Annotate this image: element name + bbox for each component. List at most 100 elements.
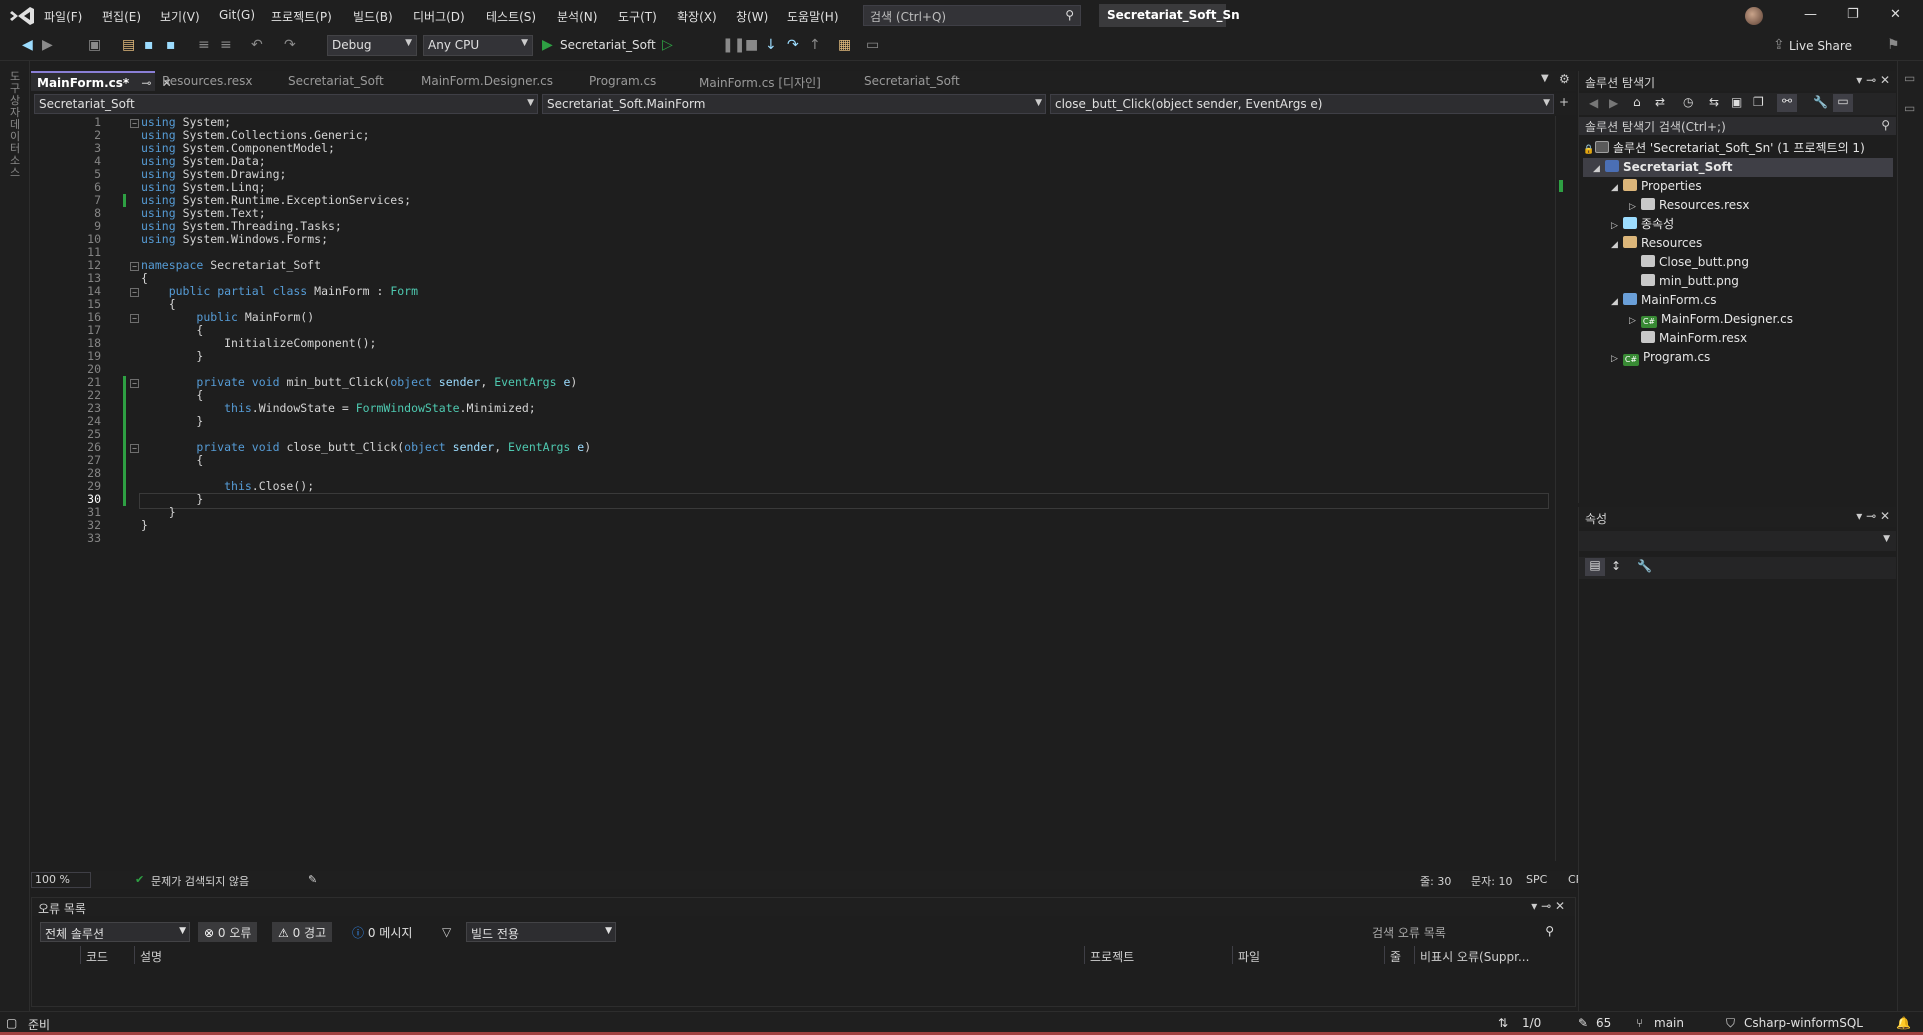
- comment-icon[interactable]: ≡: [198, 37, 210, 53]
- live-share-button[interactable]: Live Share: [1789, 39, 1852, 53]
- tree-solution[interactable]: 🔒 솔루션 'Secretariat_Soft_Sn' (1 프로젝트의 1): [1583, 139, 1893, 158]
- error-search-input[interactable]: 검색 오류 목록 ⚲: [1368, 922, 1558, 942]
- code-editor[interactable]: 1− using System; 2 using System.Collections…: [31, 116, 1561, 861]
- member-dropdown[interactable]: close_butt_Click(object sender, EventArg…: [1050, 94, 1554, 114]
- run-target-button[interactable]: Secretariat_Soft: [560, 38, 656, 52]
- project-dropdown[interactable]: Secretariat_Soft ▼: [34, 94, 538, 114]
- code-line[interactable]: 32}: [31, 519, 1561, 532]
- browse-icon[interactable]: ▦: [838, 37, 851, 53]
- code-line[interactable]: 24 }: [31, 415, 1561, 428]
- code-line[interactable]: 14− public partial class MainForm : Form: [31, 285, 1561, 298]
- code-line[interactable]: 21− private void min_butt_Click(object s…: [31, 376, 1561, 389]
- layout-icon[interactable]: ▭: [866, 37, 879, 53]
- repo-name[interactable]: Csharp-winformSQL: [1744, 1016, 1863, 1030]
- tree-resources-folder[interactable]: ◢ Resources: [1583, 234, 1702, 253]
- collapse-arrow-icon[interactable]: ▷: [1611, 350, 1623, 369]
- tab-mainform-design[interactable]: MainForm.cs [디자인]: [693, 71, 827, 91]
- menu-view[interactable]: 보기(V): [160, 8, 200, 25]
- col-file[interactable]: 파일: [1238, 948, 1260, 965]
- properties-icon[interactable]: 🔧: [1813, 95, 1828, 109]
- sync-icon[interactable]: ⇆: [1709, 95, 1719, 109]
- toolbox-tab[interactable]: 도구 상자 데이터 소스: [10, 71, 22, 179]
- menu-build[interactable]: 빌드(B): [353, 8, 393, 25]
- home-icon[interactable]: ⌂: [1633, 95, 1641, 109]
- feedback-icon[interactable]: ⚑: [1887, 37, 1900, 53]
- redo-icon[interactable]: ↷: [284, 37, 296, 53]
- tree-mainform-cs[interactable]: ◢ MainForm.cs: [1583, 291, 1717, 310]
- menu-window[interactable]: 창(W): [736, 8, 768, 25]
- editor-scrollbar[interactable]: [1555, 116, 1569, 861]
- menu-file[interactable]: 파일(F): [44, 8, 82, 25]
- code-line[interactable]: 29 this.Close();: [31, 480, 1561, 493]
- code-line[interactable]: 33: [31, 532, 1561, 545]
- code-line[interactable]: 10 using System.Windows.Forms;: [31, 233, 1561, 246]
- menu-test[interactable]: 테스트(S): [486, 8, 536, 25]
- save-all-icon[interactable]: ▪: [166, 37, 176, 53]
- live-share-icon[interactable]: ⇪: [1773, 37, 1785, 53]
- property-pages-icon[interactable]: 🔧: [1637, 559, 1652, 573]
- code-line[interactable]: 16− public MainForm(): [31, 311, 1561, 324]
- restore-icon[interactable]: ❐: [1847, 7, 1859, 22]
- tab-mainform-cs[interactable]: MainForm.cs* ⊸ ✕: [31, 71, 172, 91]
- tab-secretariat-soft-2[interactable]: Secretariat_Soft: [858, 71, 966, 91]
- back-icon[interactable]: ◀: [1589, 96, 1598, 110]
- tree-project[interactable]: ◢ Secretariat_Soft: [1583, 158, 1893, 177]
- fold-toggle-icon[interactable]: −: [130, 444, 139, 453]
- code-line[interactable]: 12− namespace Secretariat_Soft: [31, 259, 1561, 272]
- tree-min-butt-png[interactable]: min_butt.png: [1583, 272, 1739, 291]
- tree-dependencies[interactable]: ▷ 종속성: [1583, 215, 1674, 234]
- messages-filter-button[interactable]: ⓘ 0 메시지: [346, 922, 418, 942]
- filter-icon[interactable]: ▽: [442, 925, 451, 939]
- col-suppression[interactable]: 비표시 오류(Suppr...: [1420, 948, 1529, 965]
- tree-properties[interactable]: ◢ Properties: [1583, 177, 1702, 196]
- col-code[interactable]: 코드: [86, 948, 108, 965]
- tab-secretariat-soft[interactable]: Secretariat_Soft: [282, 71, 390, 91]
- warnings-filter-button[interactable]: ⚠ 0 경고: [272, 922, 333, 942]
- categorized-icon[interactable]: ▤: [1585, 558, 1605, 576]
- code-line[interactable]: 31 }: [31, 506, 1561, 519]
- tree-resources-resx[interactable]: ▷ Resources.resx: [1583, 196, 1750, 215]
- save-icon[interactable]: ▪: [144, 37, 154, 53]
- tab-program-cs[interactable]: Program.cs: [583, 71, 662, 91]
- forward-icon[interactable]: ▶: [1609, 96, 1618, 110]
- scope-dropdown[interactable]: 전체 솔루션 ▼: [40, 922, 190, 942]
- build-filter-dropdown[interactable]: 빌드 전용 ▼: [466, 922, 616, 942]
- solution-search-input[interactable]: 솔루션 탐색기 검색(Ctrl+;) ⚲: [1579, 117, 1896, 135]
- forward-icon[interactable]: ▶: [42, 37, 53, 53]
- whitespace-indicator[interactable]: SPC: [1526, 873, 1547, 886]
- col-description[interactable]: 설명: [140, 948, 162, 965]
- edits-count[interactable]: 65: [1596, 1016, 1611, 1030]
- tab-mainform-designer[interactable]: MainForm.Designer.cs: [415, 71, 559, 91]
- tab-list-icon[interactable]: ▼: [1541, 73, 1549, 84]
- lines-count[interactable]: 1/0: [1522, 1016, 1541, 1030]
- preview-icon[interactable]: ▭: [1833, 94, 1853, 112]
- platform-dropdown[interactable]: Any CPU ▼: [423, 35, 533, 56]
- back-icon[interactable]: ◀: [22, 37, 33, 53]
- show-all-files-icon[interactable]: ❐: [1753, 95, 1764, 109]
- col-project[interactable]: 프로젝트: [1090, 948, 1134, 965]
- code-line[interactable]: 19 }: [31, 350, 1561, 363]
- menu-help[interactable]: 도움말(H): [787, 8, 839, 25]
- type-dropdown[interactable]: Secretariat_Soft.MainForm ▼: [542, 94, 1046, 114]
- tree-mainform-designer[interactable]: ▷ C# MainForm.Designer.cs: [1583, 310, 1793, 329]
- branch-name[interactable]: main: [1654, 1016, 1684, 1030]
- menu-tools[interactable]: 도구(T): [618, 8, 657, 25]
- code-line[interactable]: 27 {: [31, 454, 1561, 467]
- user-avatar[interactable]: [1745, 7, 1763, 25]
- tree-close-butt-png[interactable]: Close_butt.png: [1583, 253, 1749, 272]
- properties-object-dropdown[interactable]: ▼: [1579, 531, 1896, 551]
- collapse-all-icon[interactable]: ▣: [1731, 95, 1742, 109]
- zoom-dropdown[interactable]: 100 %: [31, 872, 91, 888]
- pending-changes-icon[interactable]: ◷: [1683, 95, 1693, 109]
- search-input[interactable]: 검색 (Ctrl+Q) ⚲: [863, 5, 1081, 26]
- tree-mainform-resx[interactable]: MainForm.resx: [1583, 329, 1747, 348]
- fold-toggle-icon[interactable]: −: [130, 119, 139, 128]
- menu-analyze[interactable]: 분석(N): [557, 8, 597, 25]
- step-out-icon[interactable]: ↑: [809, 37, 821, 53]
- fold-toggle-icon[interactable]: −: [130, 379, 139, 388]
- tree-program-cs[interactable]: ▷ C# Program.cs: [1583, 348, 1710, 367]
- stop-icon[interactable]: ■: [745, 37, 758, 53]
- issues-status[interactable]: 문제가 검색되지 않음: [151, 873, 249, 889]
- menu-project[interactable]: 프로젝트(P): [271, 8, 332, 25]
- run-without-debug-icon[interactable]: ▷: [662, 37, 673, 53]
